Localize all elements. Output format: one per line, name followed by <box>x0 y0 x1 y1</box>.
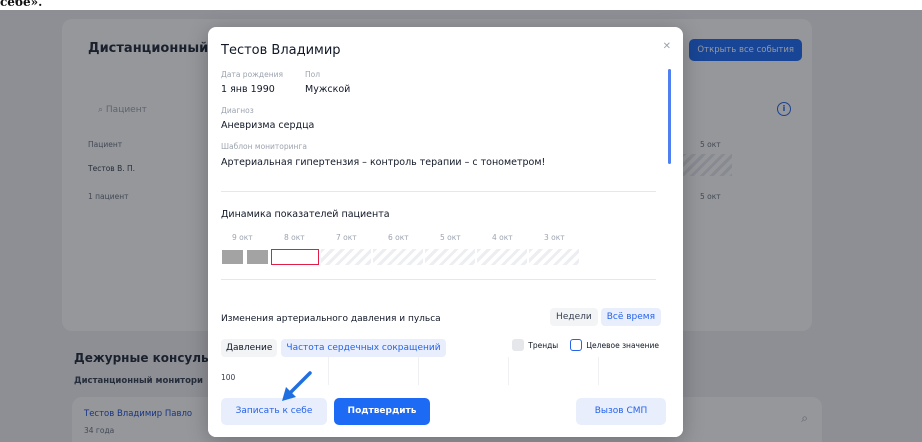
target-value-checkbox[interactable] <box>570 339 583 351</box>
y-tick-label: 100 <box>221 373 236 382</box>
date-label: 5 окт <box>440 233 461 242</box>
metric-tabs: Давление Частота сердечных сокращений <box>221 339 446 357</box>
day-cell[interactable] <box>221 249 244 265</box>
confirm-button[interactable]: Подтвердить <box>334 398 430 425</box>
day-cell-empty <box>321 249 371 265</box>
grid-line <box>418 357 419 385</box>
date-label: 6 окт <box>388 233 409 242</box>
date-label: 8 окт <box>284 233 305 242</box>
date-label: 9 окт <box>232 233 253 242</box>
tab-heart-rate[interactable]: Частота сердечных сокращений <box>281 339 446 357</box>
tab-pressure[interactable]: Давление <box>221 339 278 357</box>
day-cell[interactable] <box>246 249 269 265</box>
target-value-label: Целевое значение <box>586 340 659 350</box>
dynamics-title: Динамика показателей пациента <box>221 209 390 220</box>
date-label: 7 окт <box>336 233 357 242</box>
scrollbar[interactable] <box>668 69 671 164</box>
divider <box>221 191 656 192</box>
date-row: 9 окт 8 окт 7 окт 6 окт 5 окт 4 окт 3 ок… <box>232 233 596 242</box>
dynamics-cells <box>221 249 579 265</box>
day-cell-empty <box>373 249 423 265</box>
chart-options: Тренды Целевое значение <box>512 339 659 351</box>
period-selector: Недели Всё время <box>550 308 661 326</box>
date-label: 4 окт <box>492 233 513 242</box>
sex-label: Пол <box>305 70 321 79</box>
day-cell-empty <box>529 249 579 265</box>
day-cell-selected[interactable] <box>271 249 319 265</box>
template-label: Шаблон мониторинга <box>221 142 307 151</box>
modal-title: Тестов Владимир <box>221 43 341 58</box>
diagnosis-label: Диагноз <box>221 106 254 115</box>
close-icon[interactable]: ✕ <box>663 41 671 52</box>
birth-date-value: 1 янв 1990 <box>221 84 275 95</box>
date-label: 3 окт <box>544 233 565 242</box>
grid-line <box>328 357 329 385</box>
template-value: Артериальная гипертензия – контроль тера… <box>221 157 546 168</box>
period-all-time-button[interactable]: Всё время <box>600 308 661 326</box>
birth-date-label: Дата рождения <box>221 70 283 79</box>
caption-fragment: себе». <box>0 0 43 9</box>
diagnosis-value: Аневризма сердца <box>221 120 315 131</box>
call-ambulance-button[interactable]: Вызов СМП <box>576 398 666 425</box>
grid-line <box>508 357 509 385</box>
day-cell-empty <box>425 249 475 265</box>
sex-value: Мужской <box>305 84 351 95</box>
trends-checkbox[interactable] <box>512 339 525 351</box>
day-cell-empty <box>477 249 527 265</box>
pointer-arrow-icon <box>282 371 312 401</box>
divider <box>221 279 656 280</box>
bp-section-title: Изменения артериального давления и пульс… <box>221 314 441 324</box>
grid-line <box>598 357 599 385</box>
period-weeks-button[interactable]: Недели <box>550 308 598 326</box>
modal-body[interactable]: Тестов Владимир ✕ Дата рождения Пол 1 ян… <box>208 27 683 385</box>
trends-label: Тренды <box>528 340 559 350</box>
